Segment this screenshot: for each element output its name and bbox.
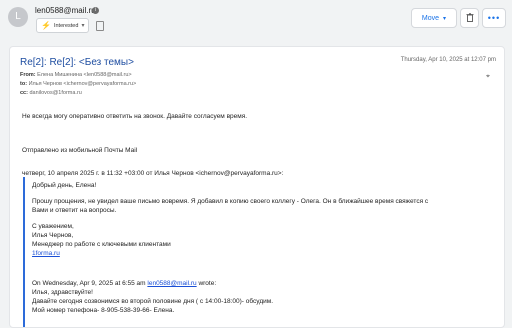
email-link[interactable]: len0588@mail.ru <box>147 280 196 287</box>
quote-header: четверг, 10 апреля 2025 г. в 11:32 +03:0… <box>22 170 284 177</box>
quote-line: Илья, здравствуйте! <box>32 289 93 296</box>
quote-line: С уважением, <box>32 223 74 230</box>
from-label: From: <box>20 72 36 78</box>
nested-quote-header: On Wednesday, Apr 9, 2025 at 6:55 am len… <box>32 280 216 288</box>
avatar: L <box>8 7 28 27</box>
quote-line: Менеджер по работе с ключевыми клиентами <box>32 241 171 248</box>
quote-line: Давайте сегодня созвонимся во второй пол… <box>32 298 274 305</box>
document-icon[interactable] <box>96 21 104 31</box>
signature-link[interactable]: 1forma.ru <box>32 250 60 258</box>
cc-value[interactable]: danilovos@1forma.ru <box>29 90 81 96</box>
tag-label: Interested <box>53 22 79 29</box>
to-value[interactable]: Илья Чернов <ichernov@pervayaforma.ru> <box>29 81 137 87</box>
body-line: Не всегда могу оперативно ответить на зв… <box>22 113 248 120</box>
delete-button[interactable] <box>460 8 479 28</box>
nested-quote-suffix: wrote: <box>196 280 217 287</box>
quote-line: Мой номер телефона- 8-905-538-39-66- Еле… <box>32 307 175 314</box>
interest-tag-dropdown[interactable]: ⚡ Interested ▾ <box>36 18 90 33</box>
cc-label: cc: <box>20 90 28 96</box>
email-date: Thursday, Apr 10, 2025 at 12:07 pm <box>400 57 496 63</box>
from-line: From: Елена Мишенина <len0588@mail.ru> <box>20 72 132 78</box>
pin-icon[interactable]: ⌖ <box>486 73 490 81</box>
cc-line: cc: danilovos@1forma.ru <box>20 90 82 96</box>
info-icon[interactable]: i <box>92 7 99 14</box>
quote-line: Илья Чернов, <box>32 232 74 239</box>
bolt-icon: ⚡ <box>41 20 51 30</box>
chevron-down-icon: ▾ <box>81 23 85 29</box>
to-label: to: <box>20 81 28 87</box>
nested-quote-prefix: On Wednesday, Apr 9, 2025 at 6:55 am <box>32 280 148 287</box>
quoted-message: Добрый день, Елена! Прошу прощения, не у… <box>23 177 485 327</box>
move-label: Move <box>421 14 440 22</box>
move-button[interactable]: Move ▾ <box>411 8 457 28</box>
from-value[interactable]: Елена Мишенина <len0588@mail.ru> <box>37 72 132 78</box>
trash-icon <box>466 12 474 24</box>
email-subject: Re[2]: Re[2]: <Без темы> <box>20 57 134 68</box>
more-options-button[interactable]: ••• <box>482 8 506 28</box>
message-toolbar: L len0588@mail.ru i ⚡ Interested ▾ Move … <box>0 0 512 40</box>
quote-line: Добрый день, Елена! <box>32 182 97 189</box>
sender-email[interactable]: len0588@mail.ru <box>35 6 96 15</box>
email-card: Re[2]: Re[2]: <Без темы> Thursday, Apr 1… <box>9 46 505 328</box>
body-line: Отправлено из мобильной Почты Mail <box>22 147 138 154</box>
chevron-down-icon: ▾ <box>443 15 447 22</box>
quote-line: Прошу прощения, не увидел ваше письмо во… <box>32 198 429 205</box>
to-line: to: Илья Чернов <ichernov@pervayaforma.r… <box>20 81 136 87</box>
quote-line: Вами и ответит на вопросы. <box>32 207 117 214</box>
